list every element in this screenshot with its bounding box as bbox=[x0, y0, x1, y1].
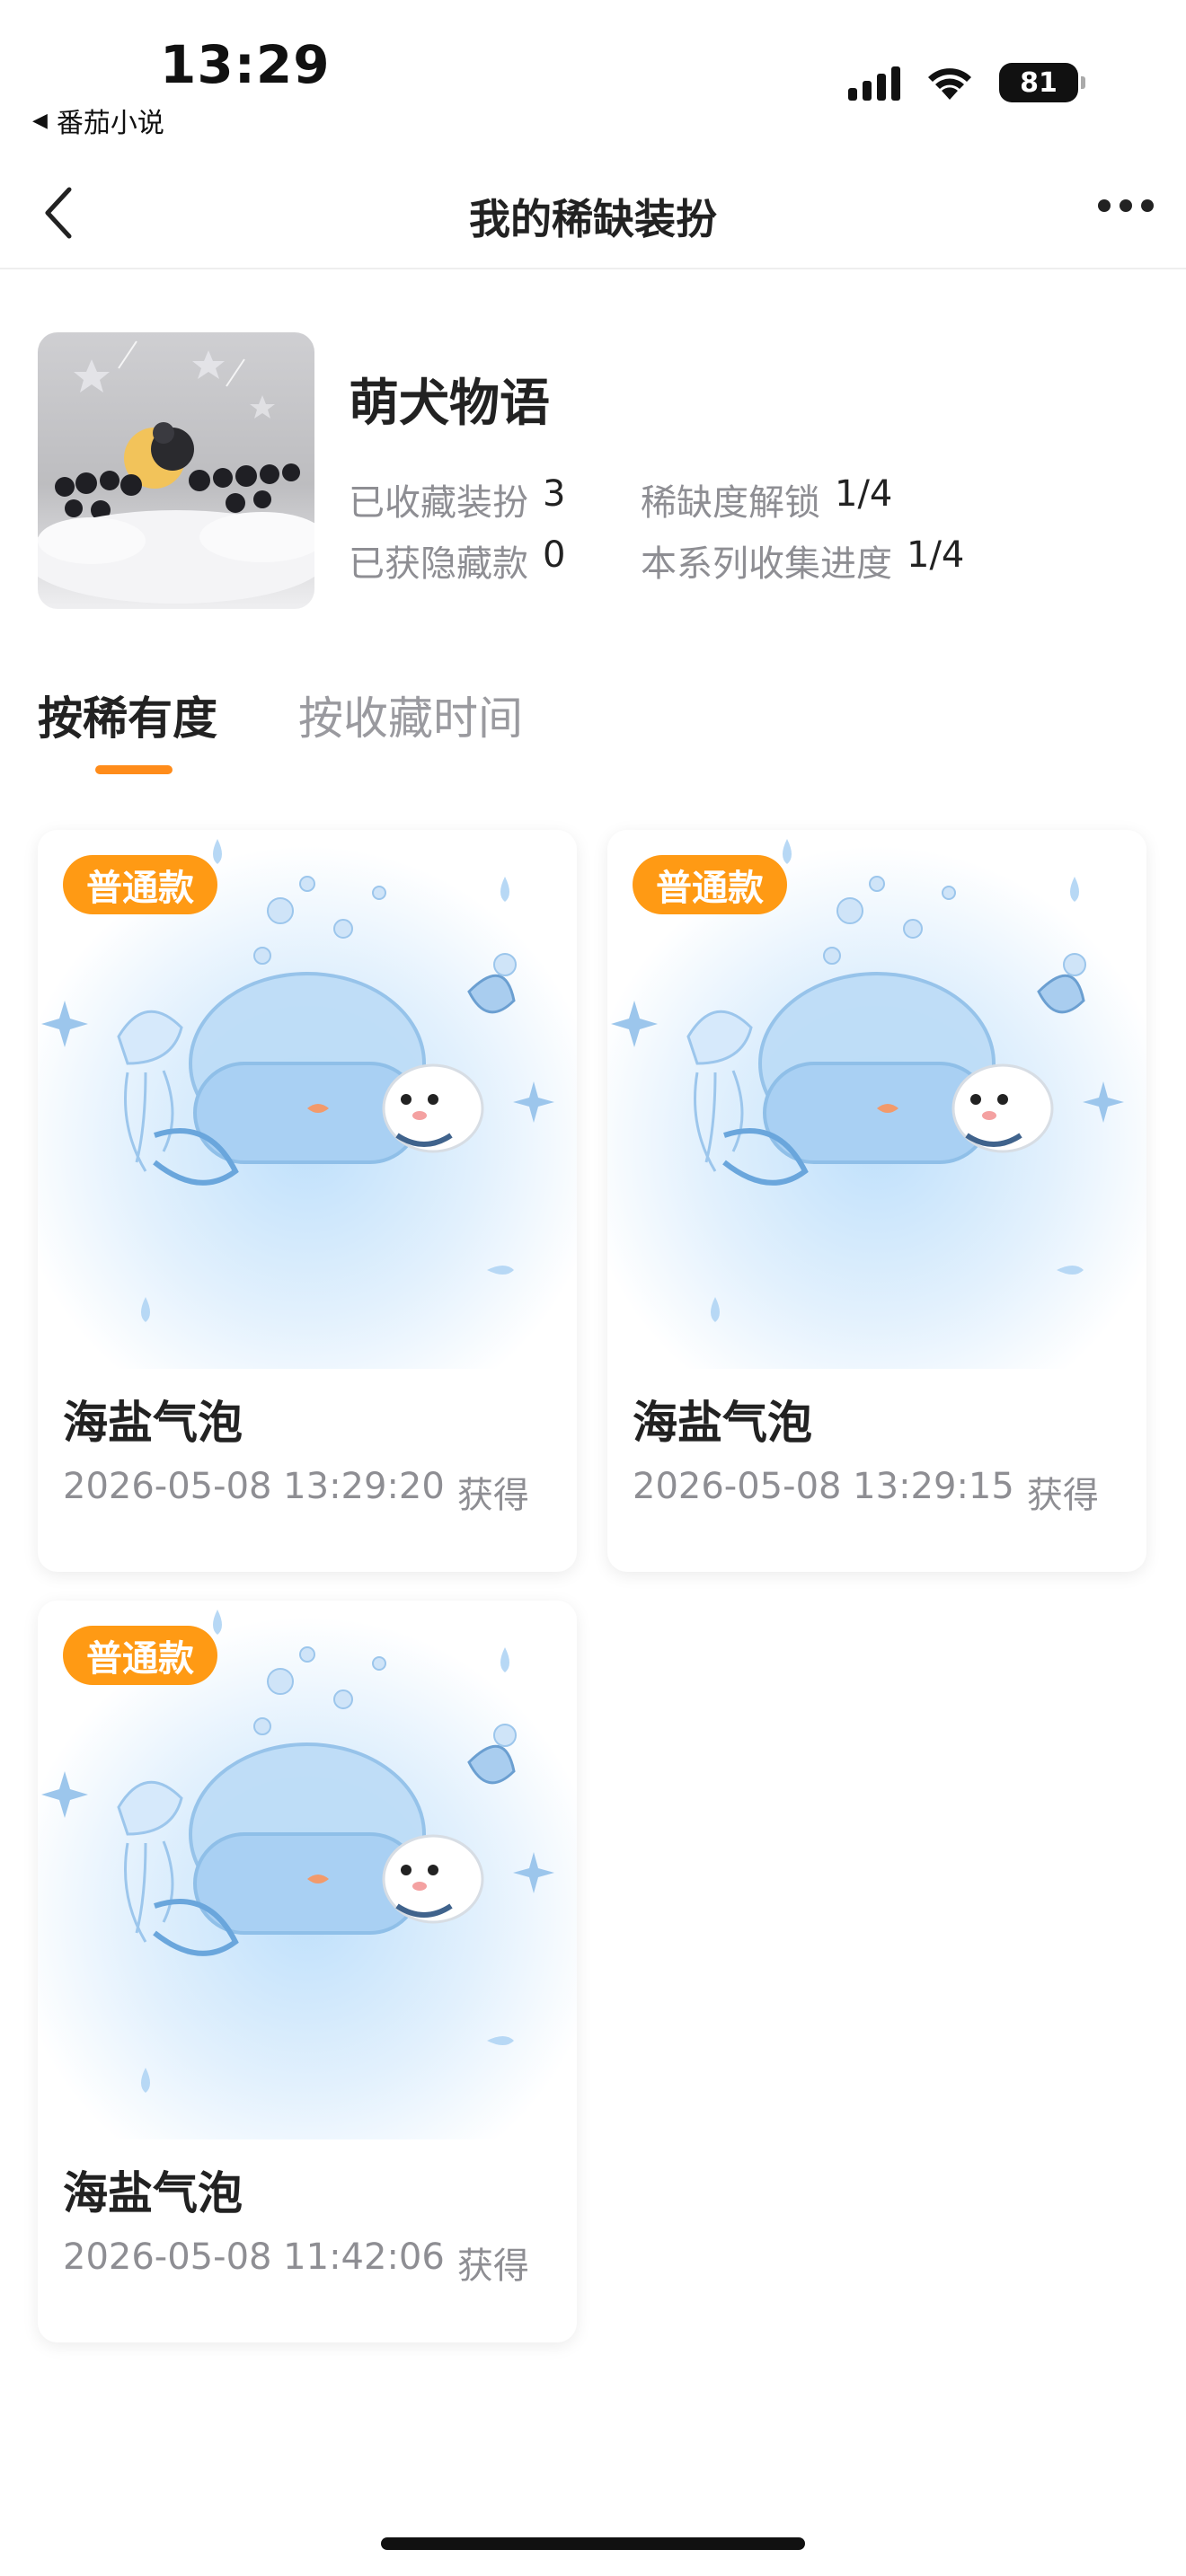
status-bar: 13:29 ◀ 番茄小说 81 bbox=[0, 0, 1186, 144]
rarity-badge: 普通款 bbox=[63, 1626, 217, 1685]
stat-value: 3 bbox=[543, 473, 566, 515]
obtained-timestamp: 2026-05-08 11:42:06 bbox=[63, 2236, 445, 2278]
stat-value: 0 bbox=[543, 534, 566, 576]
obtained-timestamp: 2026-05-08 13:29:15 bbox=[633, 1466, 1014, 1507]
page-title: 我的稀缺装扮 bbox=[469, 195, 717, 243]
outfit-name: 海盐气泡 bbox=[63, 2167, 243, 2219]
obtained-suffix: 获得 bbox=[456, 2245, 529, 2287]
stat-collected: 已收藏装扮 3 bbox=[349, 473, 641, 525]
stats-row: 已收藏装扮 3 稀缺度解锁 1/4 bbox=[349, 469, 1085, 530]
sort-tabs: 按稀有度 按收藏时间 bbox=[38, 683, 523, 747]
rarity-badge: 普通款 bbox=[63, 855, 217, 914]
outfit-name: 海盐气泡 bbox=[63, 1397, 243, 1449]
status-icons: 81 bbox=[848, 63, 1085, 102]
back-triangle-icon: ◀ bbox=[32, 109, 48, 132]
obtained-time: 2026-05-08 11:42:06 获得 bbox=[63, 2236, 529, 2289]
rarity-badge: 普通款 bbox=[633, 855, 787, 914]
tab-by-collect-time[interactable]: 按收藏时间 bbox=[298, 683, 523, 747]
stat-label: 本系列收集进度 bbox=[641, 543, 892, 585]
stat-value: 1/4 bbox=[907, 534, 965, 576]
outfit-card[interactable]: 普通款 海盐气泡 2026-05-08 13:29:20 获得 bbox=[38, 830, 577, 1572]
battery-level: 81 bbox=[1020, 66, 1058, 99]
more-dot bbox=[1098, 199, 1111, 212]
status-time: 13:29 bbox=[160, 34, 331, 95]
obtained-suffix: 获得 bbox=[456, 1475, 529, 1516]
wifi-icon bbox=[928, 68, 971, 100]
stat-value: 1/4 bbox=[835, 473, 893, 515]
back-to-app-link[interactable]: ◀ 番茄小说 bbox=[32, 101, 164, 140]
back-app-label: 番茄小说 bbox=[56, 108, 164, 139]
nav-bar: 我的稀缺装扮 bbox=[0, 162, 1186, 269]
outfit-card[interactable]: 普通款 海盐气泡 2026-05-08 11:42:06 获得 bbox=[38, 1601, 577, 2342]
series-stats: 已收藏装扮 3 稀缺度解锁 1/4 已获隐藏款 0 本系列收集进度 1/4 bbox=[349, 469, 1085, 591]
obtained-suffix: 获得 bbox=[1026, 1475, 1099, 1516]
outfit-name: 海盐气泡 bbox=[633, 1397, 812, 1449]
battery-icon: 81 bbox=[999, 63, 1085, 102]
tab-by-rarity[interactable]: 按稀有度 bbox=[38, 683, 217, 747]
more-button[interactable] bbox=[1098, 199, 1154, 212]
stat-label: 稀缺度解锁 bbox=[641, 482, 820, 524]
page: 13:29 ◀ 番茄小说 81 我的稀缺装扮 萌犬物语 已收藏装扮 3 稀缺度解… bbox=[0, 0, 1186, 2576]
stat-series-progress: 本系列收集进度 1/4 bbox=[641, 534, 964, 587]
stat-rarity-unlocked: 稀缺度解锁 1/4 bbox=[641, 473, 892, 525]
outfit-card[interactable]: 普通款 海盐气泡 2026-05-08 13:29:15 获得 bbox=[607, 830, 1146, 1572]
obtained-time: 2026-05-08 13:29:15 获得 bbox=[633, 1466, 1099, 1518]
series-name: 萌犬物语 bbox=[349, 375, 550, 433]
home-indicator[interactable] bbox=[381, 2537, 805, 2550]
more-dot bbox=[1120, 199, 1132, 212]
stats-row: 已获隐藏款 0 本系列收集进度 1/4 bbox=[349, 530, 1085, 591]
cellular-signal-icon bbox=[848, 65, 900, 101]
obtained-time: 2026-05-08 13:29:20 获得 bbox=[63, 1466, 529, 1518]
obtained-timestamp: 2026-05-08 13:29:20 bbox=[63, 1466, 445, 1507]
active-tab-indicator bbox=[95, 765, 173, 774]
stat-label: 已获隐藏款 bbox=[349, 543, 528, 585]
series-thumbnail bbox=[38, 332, 314, 609]
stat-label: 已收藏装扮 bbox=[349, 482, 528, 524]
more-dot bbox=[1141, 199, 1154, 212]
stat-hidden: 已获隐藏款 0 bbox=[349, 534, 641, 587]
